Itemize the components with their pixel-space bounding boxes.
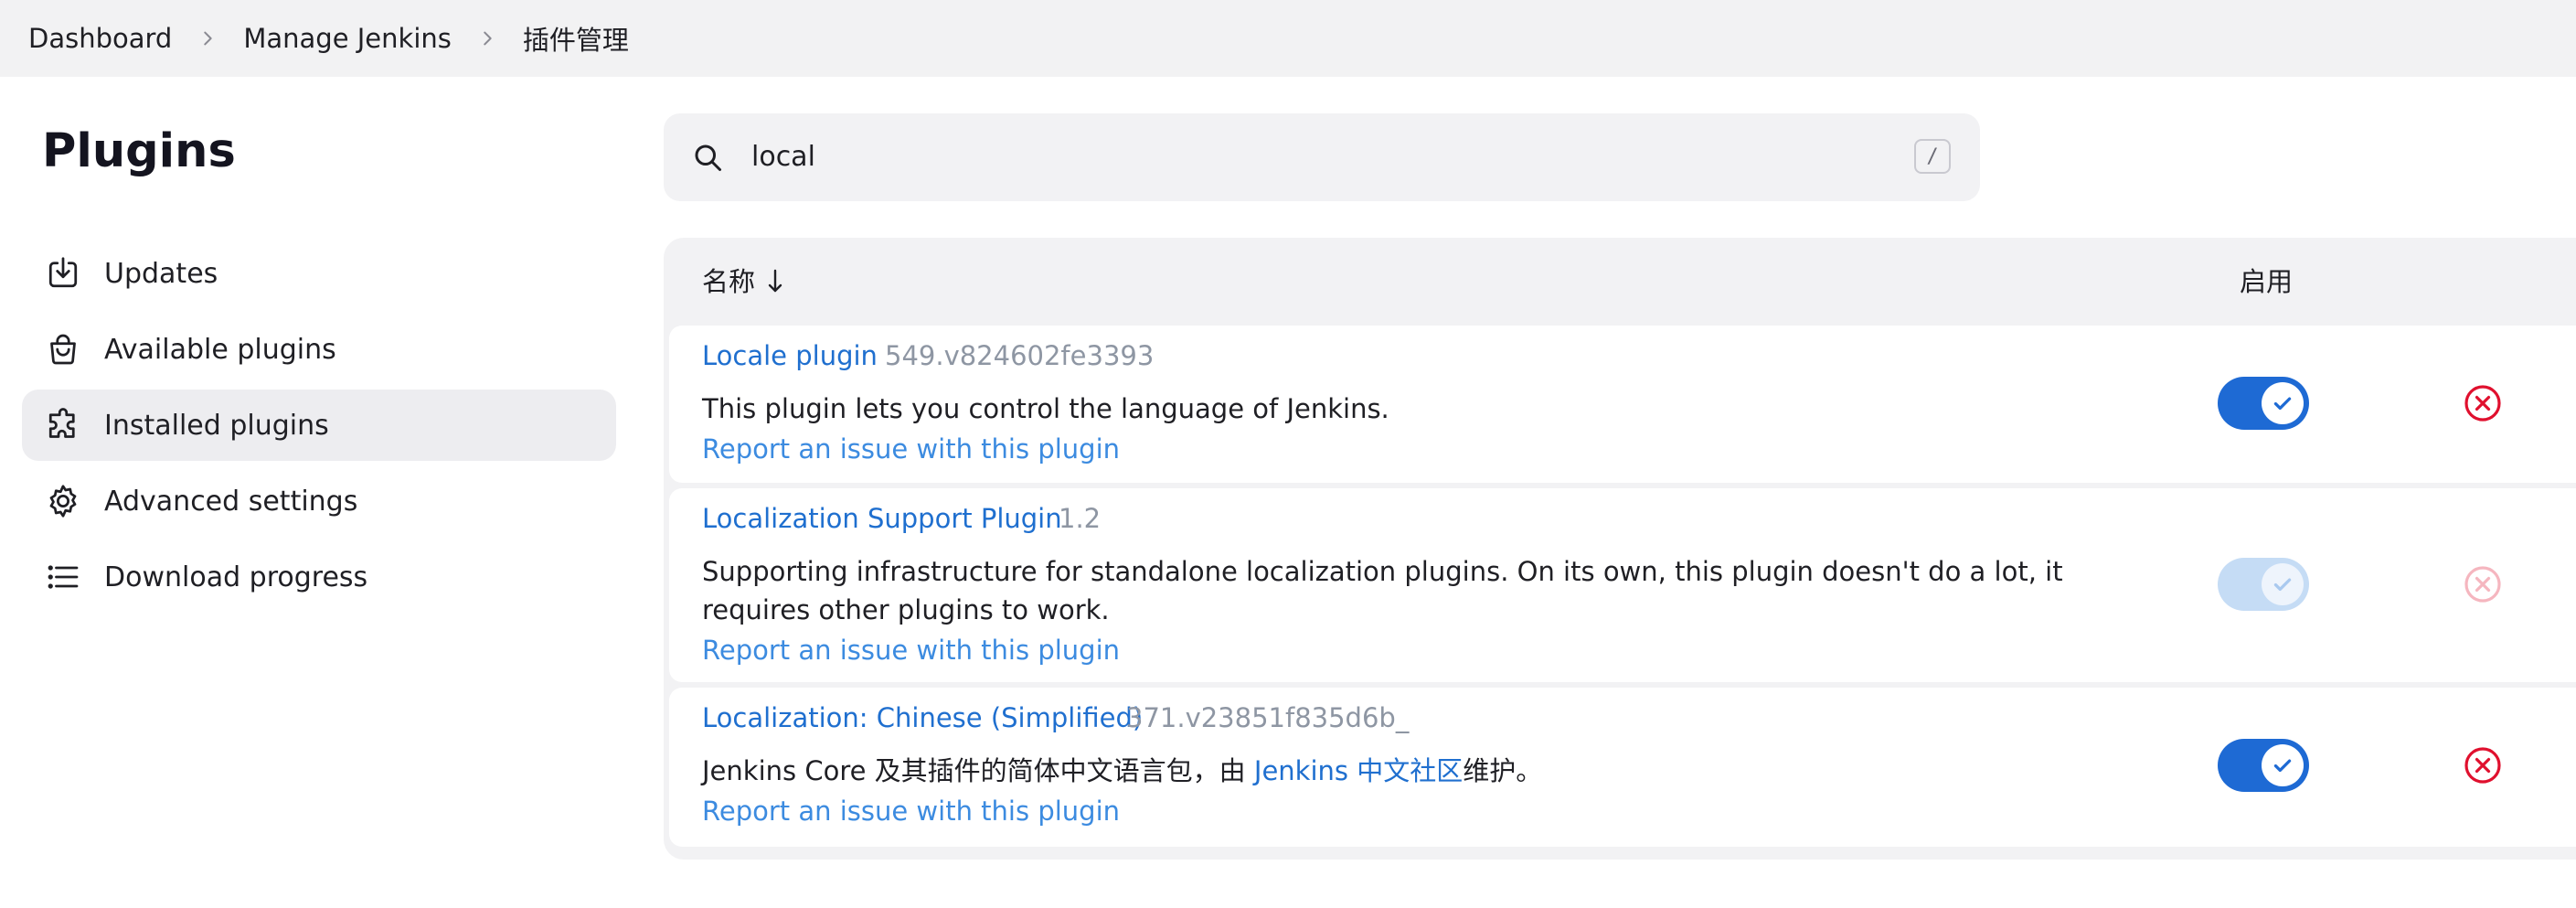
enable-toggle[interactable] [2218,739,2309,792]
breadcrumb-bar: Dashboard Manage Jenkins 插件管理 [0,0,2576,77]
enable-toggle[interactable] [2218,377,2309,430]
uninstall-icon[interactable] [2463,745,2503,785]
plugins-table: 名称 启用 Locale plugin 549.v824602fe3393 Th… [664,238,2576,860]
puzzle-icon [44,406,82,444]
sidebar-item-available-plugins[interactable]: Available plugins [22,314,616,385]
page-title: Plugins [42,124,236,178]
breadcrumb-manage-jenkins[interactable]: Manage Jenkins [243,23,452,54]
plugin-name-link[interactable]: Localization Support Plugin [702,503,1062,534]
column-header-name[interactable]: 名称 [702,238,755,326]
plugin-description: Jenkins Core 及其插件的简体中文语言包，由 Jenkins 中文社区… [702,752,2137,790]
description-text: 维护。 [1463,755,1543,786]
chevron-right-icon [477,28,497,48]
check-icon [2262,744,2304,786]
sidebar-item-label: Updates [104,257,218,290]
jenkins-chinese-community-link[interactable]: Jenkins 中文社区 [1254,755,1463,786]
shopping-bag-icon [44,330,82,369]
download-icon [44,254,82,293]
table-row: Localization Support Plugin 1.2 Supporti… [669,488,2576,682]
sidebar-item-installed-plugins[interactable]: Installed plugins [22,390,616,461]
description-text: Jenkins Core 及其插件的简体中文语言包，由 [702,755,1254,786]
report-issue-link[interactable]: Report an issue with this plugin [702,433,1120,465]
enable-toggle [2218,558,2309,611]
search-input[interactable]: local [751,113,815,201]
gear-icon [44,482,82,520]
search-icon [691,141,724,174]
report-issue-link[interactable]: Report an issue with this plugin [702,635,1120,666]
plugin-version: 371.v23851f835d6b_ [1126,702,1410,733]
table-row: Localization: Chinese (Simplified) 371.v… [669,688,2576,847]
sidebar-item-label: Advanced settings [104,485,358,518]
plugin-name-link[interactable]: Localization: Chinese (Simplified) [702,702,1143,733]
check-icon [2262,563,2304,605]
sidebar-item-updates[interactable]: Updates [22,238,616,309]
table-row: Locale plugin 549.v824602fe3393 This plu… [669,326,2576,483]
sidebar-item-label: Available plugins [104,333,336,366]
plugin-version: 549.v824602fe3393 [885,340,1155,371]
search-bar[interactable]: local / [664,113,1980,201]
plugin-version: 1.2 [1059,503,1102,534]
list-icon [44,558,82,596]
plugin-description: Supporting infrastructure for standalone… [702,556,2063,625]
arrow-down-icon[interactable] [764,267,786,296]
plugin-name-link[interactable]: Locale plugin [702,340,878,371]
report-issue-link[interactable]: Report an issue with this plugin [702,796,1120,827]
uninstall-icon [2464,566,2501,603]
uninstall-icon[interactable] [2463,383,2503,423]
chevron-right-icon [197,28,218,48]
search-shortcut-hint: / [1914,139,1951,174]
check-icon [2262,382,2304,424]
breadcrumb-dashboard[interactable]: Dashboard [28,23,172,54]
sidebar-item-label: Download progress [104,561,368,593]
breadcrumb-plugin-manager[interactable]: 插件管理 [523,19,629,58]
breadcrumb: Dashboard Manage Jenkins 插件管理 [0,19,629,58]
sidebar-item-label: Installed plugins [104,409,329,442]
sidebar-item-advanced-settings[interactable]: Advanced settings [22,465,616,537]
column-header-enabled: 启用 [2240,266,2294,297]
sidebar: Updates Available plugins Installed plug… [22,238,616,617]
plugin-description: This plugin lets you control the languag… [702,393,1389,424]
sidebar-item-download-progress[interactable]: Download progress [22,541,616,613]
table-header: 名称 启用 [664,238,2576,326]
